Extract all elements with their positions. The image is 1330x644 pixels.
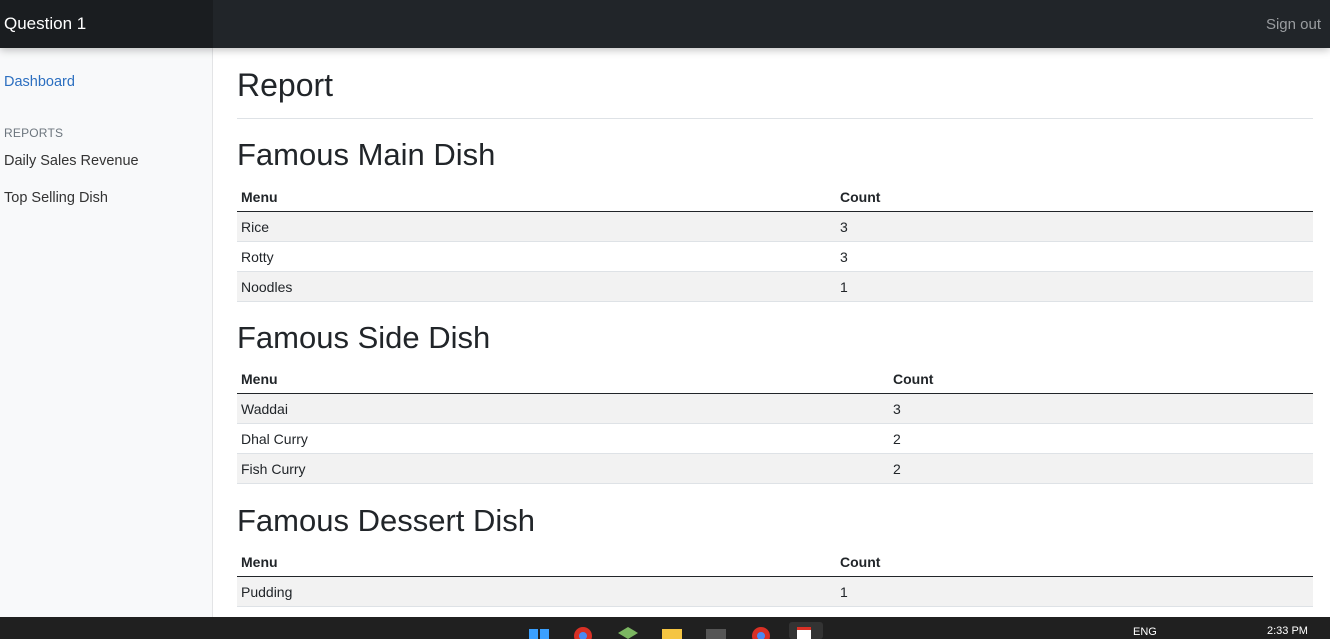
column-header-count: Count xyxy=(836,547,1313,577)
page-title: Report xyxy=(237,67,334,103)
cell-count: 1 xyxy=(836,576,1313,607)
os-taskbar: ENG 2:33 PM xyxy=(0,617,1330,644)
section-title-side-dish: Famous Side Dish xyxy=(237,320,491,355)
chrome-icon[interactable] xyxy=(750,625,772,644)
file-explorer-icon[interactable] xyxy=(661,625,683,639)
side-dish-table: Menu Count Waddai 3 Dhal Curry 2 Fish Cu… xyxy=(237,364,1313,484)
table-header-row: Menu Count xyxy=(237,182,1313,212)
column-header-menu: Menu xyxy=(237,547,836,577)
main-dish-table: Menu Count Rice 3 Rotty 3 Noodles 1 xyxy=(237,182,1313,302)
terminal-icon[interactable] xyxy=(705,625,727,639)
brand-title[interactable]: Question 1 xyxy=(0,0,213,48)
language-indicator[interactable]: ENG xyxy=(1133,626,1157,638)
table-row: Fish Curry 2 xyxy=(237,453,1313,484)
title-divider xyxy=(237,118,1313,119)
sidebar-item-top-selling-dish[interactable]: Top Selling Dish xyxy=(4,190,108,206)
sidebar-item-dashboard[interactable]: Dashboard xyxy=(4,74,75,90)
section-title-main-dish: Famous Main Dish xyxy=(237,137,496,172)
sidebar-heading-reports: REPORTS xyxy=(4,126,64,140)
column-header-count: Count xyxy=(836,182,1313,212)
calendar-app-icon[interactable] xyxy=(789,622,823,639)
cell-menu: Waddai xyxy=(237,393,889,424)
column-header-menu: Menu xyxy=(237,182,836,212)
table-row: Waddai 3 xyxy=(237,393,1313,424)
cell-menu: Dhal Curry xyxy=(237,423,889,454)
cell-count: 3 xyxy=(836,241,1313,272)
section-title-dessert-dish: Famous Dessert Dish xyxy=(237,503,536,538)
sidebar-item-daily-sales-revenue[interactable]: Daily Sales Revenue xyxy=(4,153,139,169)
column-header-menu: Menu xyxy=(237,364,889,394)
sidebar: Dashboard REPORTS Daily Sales Revenue To… xyxy=(0,48,213,617)
table-header-row: Menu Count xyxy=(237,364,1313,394)
cell-menu: Rice xyxy=(237,211,836,242)
cell-menu: Rotty xyxy=(237,241,836,272)
chrome-icon[interactable] xyxy=(572,625,594,644)
cell-count: 2 xyxy=(889,423,1313,454)
top-navbar: Question 1 Sign out xyxy=(0,0,1330,48)
start-icon[interactable] xyxy=(528,625,550,639)
dessert-dish-table: Menu Count Pudding 1 xyxy=(237,547,1313,607)
app-icon[interactable] xyxy=(617,625,639,639)
sign-out-link[interactable]: Sign out xyxy=(1266,0,1321,50)
cell-menu: Fish Curry xyxy=(237,453,889,484)
clock[interactable]: 2:33 PM xyxy=(1267,625,1308,637)
table-header-row: Menu Count xyxy=(237,547,1313,577)
cell-count: 2 xyxy=(889,453,1313,484)
cell-menu: Noodles xyxy=(237,271,836,302)
table-row: Rice 3 xyxy=(237,211,1313,242)
table-row: Rotty 3 xyxy=(237,241,1313,272)
cell-menu: Pudding xyxy=(237,576,836,607)
table-row: Noodles 1 xyxy=(237,271,1313,302)
cell-count: 3 xyxy=(889,393,1313,424)
cell-count: 1 xyxy=(836,271,1313,302)
column-header-count: Count xyxy=(889,364,1313,394)
table-row: Dhal Curry 2 xyxy=(237,423,1313,454)
cell-count: 3 xyxy=(836,211,1313,242)
table-row: Pudding 1 xyxy=(237,576,1313,607)
